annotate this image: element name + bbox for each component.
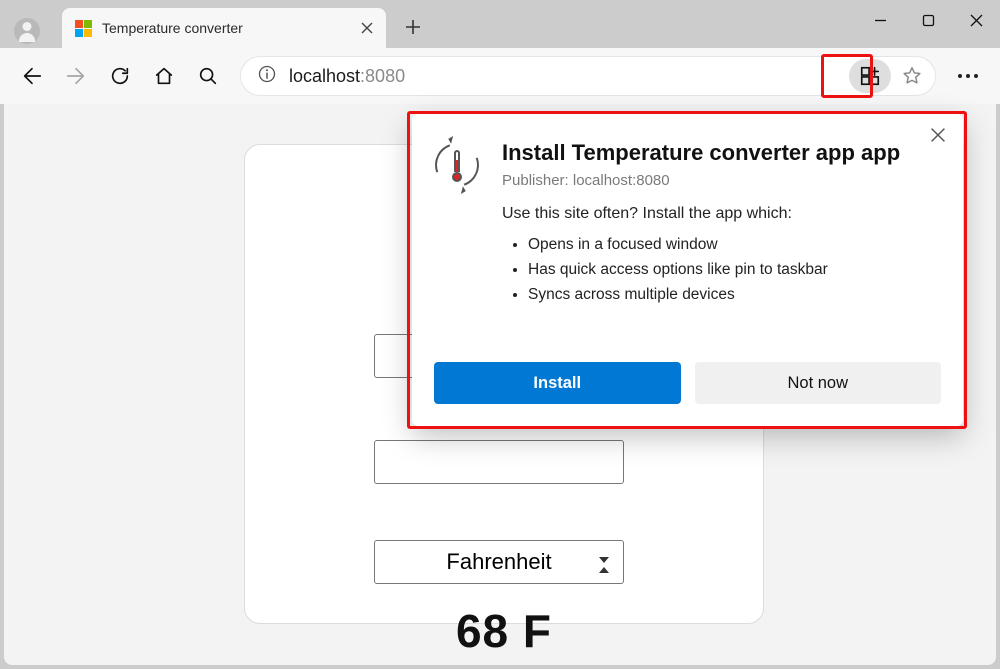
from-unit-input[interactable] bbox=[374, 440, 624, 484]
microsoft-favicon bbox=[74, 19, 92, 37]
tab-title: Temperature converter bbox=[102, 20, 346, 36]
search-button[interactable] bbox=[188, 56, 228, 96]
install-app-popup: Install Temperature converter app app Pu… bbox=[412, 114, 963, 426]
new-tab-button[interactable] bbox=[398, 12, 428, 42]
window-controls bbox=[856, 0, 1000, 40]
forward-button[interactable] bbox=[56, 56, 96, 96]
toolbar: localhost:8080 bbox=[0, 48, 1000, 104]
result-text: 68 F bbox=[244, 604, 764, 658]
install-app-button[interactable] bbox=[849, 59, 891, 93]
home-button[interactable] bbox=[144, 56, 184, 96]
url-text: localhost:8080 bbox=[289, 66, 405, 87]
more-menu-button[interactable] bbox=[948, 56, 988, 96]
to-unit-select[interactable]: Fahrenheit bbox=[374, 540, 624, 584]
popup-bullet: Syncs across multiple devices bbox=[528, 283, 937, 308]
site-info-icon[interactable] bbox=[257, 64, 277, 89]
profile-avatar[interactable] bbox=[14, 18, 40, 44]
back-button[interactable] bbox=[12, 56, 52, 96]
not-now-button[interactable]: Not now bbox=[695, 362, 942, 404]
to-unit-value: Fahrenheit bbox=[446, 549, 551, 575]
app-icon bbox=[432, 140, 482, 190]
maximize-button[interactable] bbox=[904, 0, 952, 40]
popup-publisher: Publisher: localhost:8080 bbox=[502, 172, 937, 189]
titlebar: Temperature converter bbox=[0, 0, 1000, 48]
minimize-button[interactable] bbox=[856, 0, 904, 40]
install-button[interactable]: Install bbox=[434, 362, 681, 404]
address-bar[interactable]: localhost:8080 bbox=[240, 56, 936, 96]
close-window-button[interactable] bbox=[952, 0, 1000, 40]
favorite-button[interactable] bbox=[895, 59, 929, 93]
popup-bullet: Has quick access options like pin to tas… bbox=[528, 258, 937, 283]
popup-benefits: Opens in a focused window Has quick acce… bbox=[528, 233, 937, 307]
close-tab-button[interactable] bbox=[356, 17, 378, 39]
popup-title: Install Temperature converter app app bbox=[502, 140, 937, 166]
popup-close-button[interactable] bbox=[927, 124, 951, 148]
popup-bullet: Opens in a focused window bbox=[528, 233, 937, 258]
popup-lead: Use this site often? Install the app whi… bbox=[502, 205, 937, 223]
browser-tab[interactable]: Temperature converter bbox=[62, 8, 386, 48]
refresh-button[interactable] bbox=[100, 56, 140, 96]
